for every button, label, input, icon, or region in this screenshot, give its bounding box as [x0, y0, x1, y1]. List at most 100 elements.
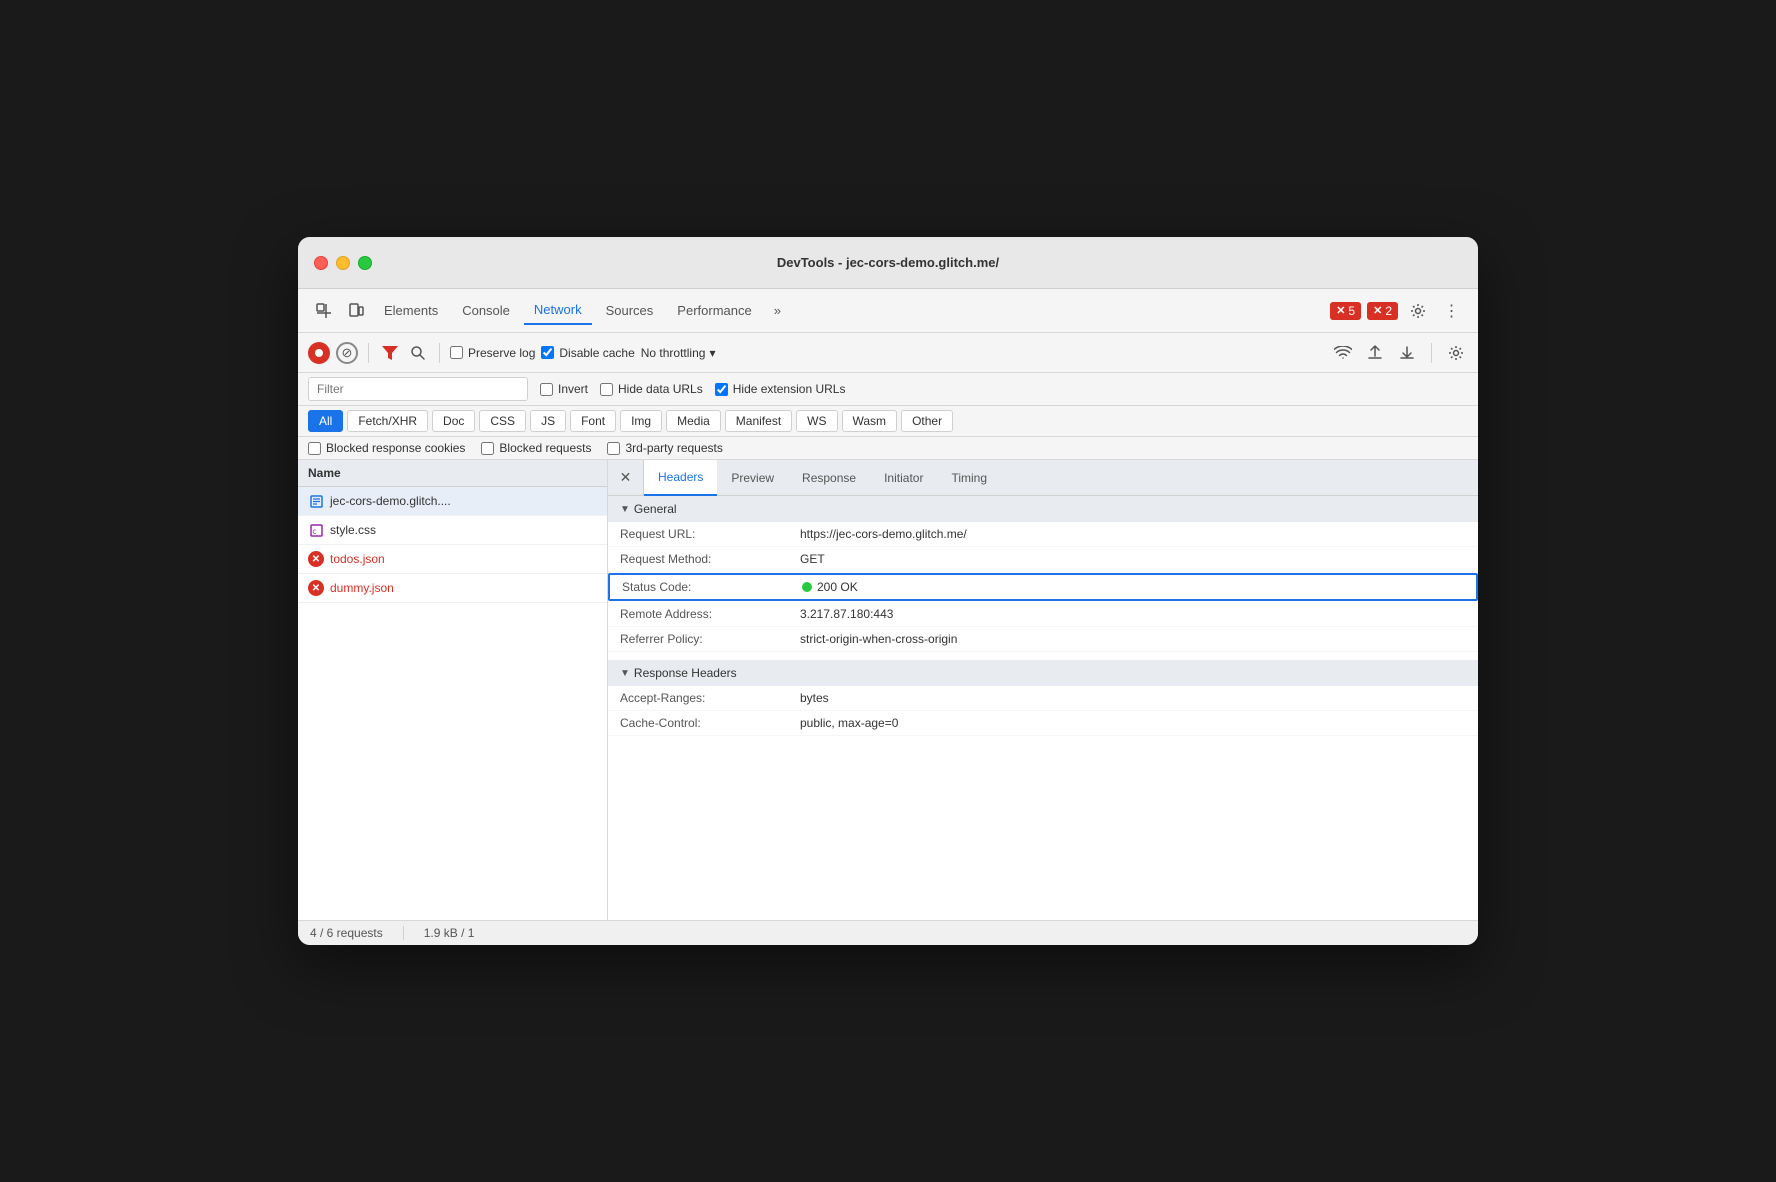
- tab-headers[interactable]: Headers: [644, 460, 717, 496]
- tab-network[interactable]: Network: [524, 296, 592, 325]
- third-party-requests-checkbox[interactable]: 3rd-party requests: [607, 441, 722, 455]
- type-filter-manifest[interactable]: Manifest: [725, 410, 792, 432]
- record-button[interactable]: [308, 342, 330, 364]
- status-bar: 4 / 6 requests 1.9 kB / 1: [298, 920, 1478, 945]
- detail-row-method: Request Method: GET: [608, 547, 1478, 572]
- file-list-header: Name: [298, 460, 607, 487]
- detail-row-referrer: Referrer Policy: strict-origin-when-cros…: [608, 627, 1478, 652]
- transfer-size: 1.9 kB / 1: [424, 926, 475, 940]
- minimize-button[interactable]: [336, 256, 350, 270]
- detail-panel: ✕ Headers Preview Response Initiator Tim…: [608, 460, 1478, 920]
- type-filter-other[interactable]: Other: [901, 410, 953, 432]
- request-count: 4 / 6 requests: [310, 926, 383, 940]
- disable-cache-checkbox[interactable]: Disable cache: [541, 346, 634, 360]
- divider-2: [439, 343, 440, 363]
- network-toolbar: ⊘ Preserve log Disable cache No throttli…: [298, 333, 1478, 373]
- detail-row-cache-control: Cache-Control: public, max-age=0: [608, 711, 1478, 736]
- filter-bar: Invert Hide data URLs Hide extension URL…: [298, 373, 1478, 406]
- file-name: style.css: [330, 523, 376, 537]
- main-tab-bar: Elements Console Network Sources Perform…: [298, 289, 1478, 333]
- preserve-log-checkbox[interactable]: Preserve log: [450, 346, 535, 360]
- filter-input[interactable]: [308, 377, 528, 401]
- blocked-requests-checkbox[interactable]: Blocked requests: [481, 441, 591, 455]
- tab-console[interactable]: Console: [452, 297, 520, 324]
- file-name: todos.json: [330, 552, 385, 566]
- upload-icon[interactable]: [1363, 341, 1387, 365]
- detail-row-status: Status Code: 200 OK: [608, 573, 1478, 601]
- type-filter-media[interactable]: Media: [666, 410, 721, 432]
- response-headers-section[interactable]: ▼ Response Headers: [608, 660, 1478, 686]
- type-filter-js[interactable]: JS: [530, 410, 566, 432]
- tab-elements[interactable]: Elements: [374, 297, 448, 324]
- toolbar-right: [1331, 341, 1468, 365]
- maximize-button[interactable]: [358, 256, 372, 270]
- error-badge-2: ✕ 2: [1367, 302, 1398, 320]
- type-filter-ws[interactable]: WS: [796, 410, 837, 432]
- file-list: Name jec-cors-demo.glitch.... c: [298, 460, 608, 920]
- divider-3: [1431, 343, 1432, 363]
- settings-gear-icon[interactable]: [1444, 341, 1468, 365]
- more-options-icon[interactable]: ⋮: [1438, 297, 1466, 325]
- divider-1: [368, 343, 369, 363]
- hide-extension-urls-checkbox[interactable]: Hide extension URLs: [715, 382, 846, 396]
- type-filter-img[interactable]: Img: [620, 410, 662, 432]
- list-item[interactable]: c style.css: [298, 516, 607, 545]
- type-filter-doc[interactable]: Doc: [432, 410, 475, 432]
- error-icon: ✕: [308, 580, 324, 596]
- extra-filter-bar: Blocked response cookies Blocked request…: [298, 437, 1478, 460]
- devtools-window: DevTools - jec-cors-demo.glitch.me/ Elem…: [298, 237, 1478, 945]
- list-item[interactable]: jec-cors-demo.glitch....: [298, 487, 607, 516]
- status-value: 200 OK: [802, 580, 1464, 594]
- download-icon[interactable]: [1395, 341, 1419, 365]
- throttle-dropdown[interactable]: No throttling ▾: [641, 346, 716, 360]
- type-filter-css[interactable]: CSS: [479, 410, 526, 432]
- error-badge-1: ✕ 5: [1330, 302, 1361, 320]
- tab-timing[interactable]: Timing: [937, 460, 1001, 496]
- file-name: dummy.json: [330, 581, 394, 595]
- triangle-icon: ▼: [620, 504, 630, 515]
- hide-data-urls-checkbox[interactable]: Hide data URLs: [600, 382, 703, 396]
- window-title: DevTools - jec-cors-demo.glitch.me/: [777, 255, 999, 270]
- list-item[interactable]: ✕ todos.json: [298, 545, 607, 574]
- title-bar: DevTools - jec-cors-demo.glitch.me/: [298, 237, 1478, 289]
- search-icon[interactable]: [407, 342, 429, 364]
- detail-tabs: ✕ Headers Preview Response Initiator Tim…: [608, 460, 1478, 496]
- error-count-1: 5: [1348, 304, 1355, 318]
- clear-button[interactable]: ⊘: [336, 342, 358, 364]
- type-filter-font[interactable]: Font: [570, 410, 616, 432]
- invert-checkbox[interactable]: Invert: [540, 382, 588, 396]
- settings-icon[interactable]: [1404, 297, 1432, 325]
- more-tabs-button[interactable]: »: [766, 299, 789, 322]
- error-count-2: 2: [1385, 304, 1392, 318]
- blocked-response-cookies-checkbox[interactable]: Blocked response cookies: [308, 441, 465, 455]
- close-detail-button[interactable]: ✕: [608, 460, 644, 496]
- tab-initiator[interactable]: Initiator: [870, 460, 937, 496]
- type-filter-all[interactable]: All: [308, 410, 343, 432]
- close-button[interactable]: [314, 256, 328, 270]
- svg-text:c: c: [312, 527, 317, 536]
- inspect-element-icon[interactable]: [310, 297, 338, 325]
- status-divider: [403, 926, 404, 940]
- file-name: jec-cors-demo.glitch....: [330, 494, 451, 508]
- tab-sources[interactable]: Sources: [596, 297, 664, 324]
- doc-icon: [308, 493, 324, 509]
- tab-preview[interactable]: Preview: [717, 460, 788, 496]
- type-filter-wasm[interactable]: Wasm: [842, 410, 898, 432]
- css-icon: c: [308, 522, 324, 538]
- type-filter-fetch[interactable]: Fetch/XHR: [347, 410, 428, 432]
- traffic-lights: [314, 256, 372, 270]
- detail-row-accept-ranges: Accept-Ranges: bytes: [608, 686, 1478, 711]
- detail-row-url: Request URL: https://jec-cors-demo.glitc…: [608, 522, 1478, 547]
- main-content: Name jec-cors-demo.glitch.... c: [298, 460, 1478, 920]
- wifi-icon[interactable]: [1331, 341, 1355, 365]
- tab-response[interactable]: Response: [788, 460, 870, 496]
- device-toolbar-icon[interactable]: [342, 297, 370, 325]
- general-section-header[interactable]: ▼ General: [608, 496, 1478, 522]
- tab-performance[interactable]: Performance: [667, 297, 761, 324]
- triangle-icon: ▼: [620, 668, 630, 679]
- filter-icon[interactable]: [379, 342, 401, 364]
- status-dot: [802, 582, 812, 592]
- type-filter-bar: All Fetch/XHR Doc CSS JS Font Img Media …: [298, 406, 1478, 437]
- list-item[interactable]: ✕ dummy.json: [298, 574, 607, 603]
- detail-row-remote: Remote Address: 3.217.87.180:443: [608, 602, 1478, 627]
